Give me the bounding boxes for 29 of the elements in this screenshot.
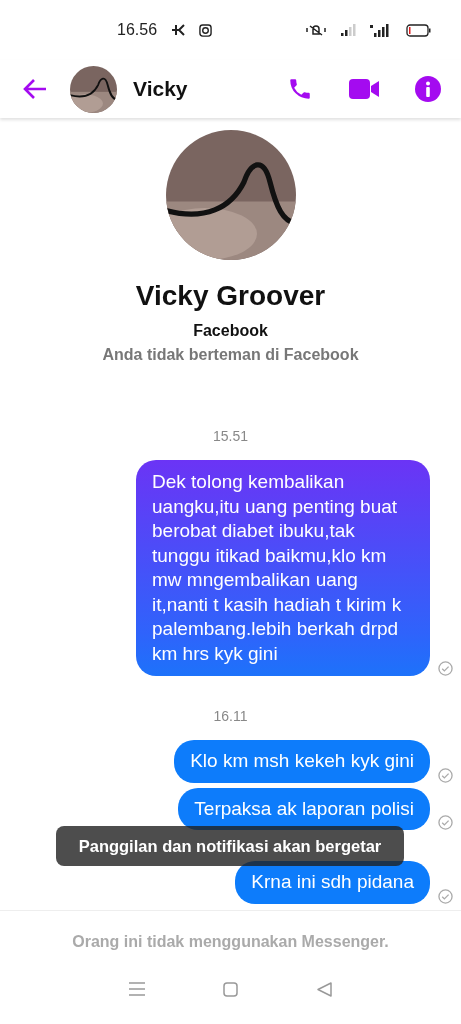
footer-notice: Orang ini tidak menggunakan Messenger.	[0, 910, 461, 972]
delivered-icon	[438, 661, 453, 676]
instagram-icon	[199, 23, 213, 37]
signal-icon	[340, 24, 356, 36]
signal-4g-icon	[370, 23, 392, 37]
call-button[interactable]	[287, 76, 313, 102]
message-bubble: Terpaksa ak laporan polisi	[178, 787, 430, 830]
avatar	[70, 65, 117, 113]
home-icon[interactable]	[223, 981, 239, 997]
back-icon[interactable]	[316, 981, 332, 997]
delivered-icon	[438, 767, 453, 783]
friend-status: Anda tidak berteman di Facebook	[102, 346, 359, 364]
profile-name: Vicky Groover	[135, 280, 326, 312]
back-button[interactable]	[22, 78, 48, 100]
message-bubble: Dek tolong kembalikan uangku,itu uang penting buat berobat diabet ibuku,tak tunggu itikad baikmu,klo km mw mngembalikan uang it,nanti t kasih hadiah t kirim k palembang.lebih berkah drpd km hrs kyk gini	[136, 460, 430, 676]
delivered-icon	[438, 815, 453, 830]
delivered-icon	[438, 888, 453, 904]
contact-name: Vicky	[133, 77, 189, 101]
info-button[interactable]	[415, 76, 441, 102]
profile-source: Facebook	[193, 322, 268, 340]
timestamp: 16.11	[213, 708, 248, 724]
message-bubble: Klo km msh kekeh kyk gini	[174, 740, 430, 783]
app-icon	[171, 24, 186, 36]
timestamp: 15.51	[212, 428, 248, 444]
video-call-button[interactable]	[349, 78, 379, 100]
battery-icon	[406, 23, 431, 37]
toast: Panggilan dan notifikasi akan bergetar	[56, 826, 404, 866]
vibrate-icon	[306, 23, 326, 37]
status-time: 16.56	[117, 21, 158, 39]
